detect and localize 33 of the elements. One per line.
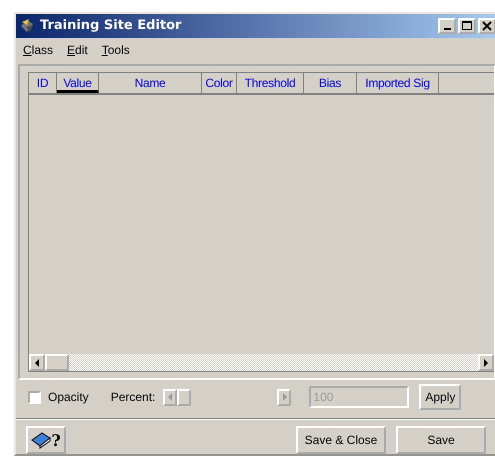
close-icon [482,20,492,31]
apply-button[interactable]: Apply [419,384,462,410]
opacity-label: Opacity [48,390,89,404]
column-header[interactable]: Color [202,72,237,93]
dialog-button[interactable]: Save [396,426,486,454]
help-button[interactable]: ? [26,426,66,454]
scroll-right-button[interactable] [478,354,494,372]
opacity-checkbox[interactable] [28,390,41,404]
menu-item[interactable]: Edit [67,42,88,57]
minimize-button[interactable] [438,18,456,34]
column-header[interactable]: Value [57,72,99,93]
close-button[interactable] [478,18,495,34]
horizontal-scrollbar[interactable] [29,354,494,372]
dialog-button[interactable]: Save & Close [296,426,386,454]
minimize-icon [444,28,450,30]
left-arrow-icon [34,358,40,367]
percent-label: Percent: [110,390,156,404]
right-arrow-icon [282,393,287,402]
column-header[interactable]: Bias [304,72,357,93]
menu-item[interactable]: Class [23,42,54,57]
menu-item[interactable]: Tools [102,42,130,57]
maximize-button[interactable] [458,18,476,34]
book-icon [31,432,52,448]
column-header[interactable]: ID [29,72,57,93]
column-header[interactable]: Imported Sig [357,72,439,93]
scroll-thumb[interactable] [45,354,69,372]
column-header[interactable]: Name [99,72,202,93]
left-arrow-icon [168,393,173,402]
right-arrow-icon [483,358,489,367]
column-header[interactable]: Threshold [237,72,304,93]
maximize-icon [462,20,472,31]
scroll-left-button[interactable] [29,354,45,372]
window-title: Training Site Editor [40,18,182,34]
